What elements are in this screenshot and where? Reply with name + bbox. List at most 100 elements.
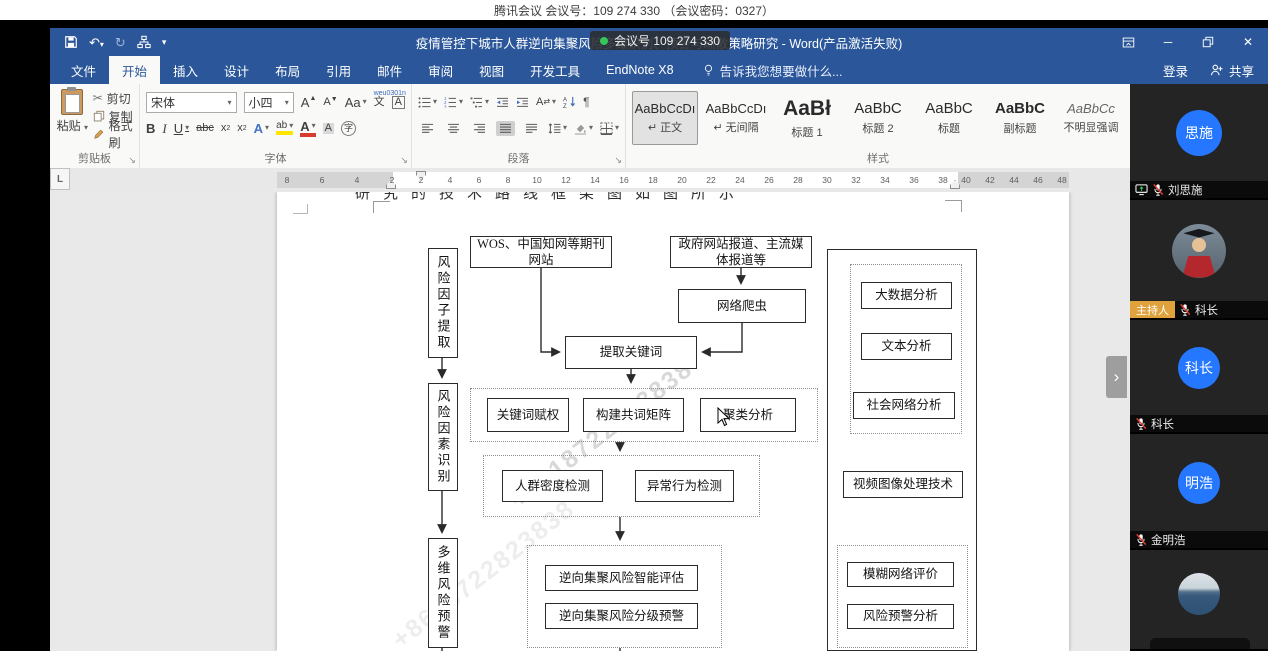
sort-button[interactable]: AZ (563, 96, 576, 108)
meeting-info-bar: 腾讯会议 会议号：109 274 330 （会议密码：0327） (0, 0, 1268, 20)
line-spacing-button[interactable]: ▾ (548, 123, 567, 134)
enclose-characters-icon[interactable]: 字 (341, 121, 356, 136)
share-button[interactable]: 共享 (1210, 61, 1254, 80)
ribbon-tab[interactable]: EndNote X8 (593, 56, 686, 84)
participant-tile[interactable]: 思施刘思施 (1130, 84, 1268, 200)
style-card[interactable]: AaBbC标题 (916, 91, 982, 145)
ribbon-tab[interactable]: 开发工具 (517, 56, 593, 84)
ribbon-tab[interactable]: 视图 (466, 56, 517, 84)
participant-tile[interactable] (1130, 550, 1268, 651)
style-card[interactable]: AaBbC副标题 (987, 91, 1053, 145)
ruler-number: 6 (477, 175, 482, 185)
bold-button[interactable]: B (146, 122, 155, 135)
shading-button[interactable]: ▾ (574, 122, 593, 135)
flow-box: 提取关键词 (565, 336, 697, 369)
participant-tile[interactable]: 主持人科长 (1130, 200, 1268, 320)
style-card[interactable]: AaBbCc不明显强调 (1058, 91, 1124, 145)
participant-name: 科长 (1195, 302, 1218, 318)
highlight-color-button[interactable]: ab▾ (276, 121, 293, 135)
character-border-icon[interactable]: A (392, 96, 405, 109)
show-marks-button[interactable]: ¶ (583, 96, 589, 108)
character-shading-icon[interactable]: A (323, 123, 334, 134)
bullets-button[interactable]: ▾ (418, 97, 437, 108)
ruler-number: 6 (320, 175, 325, 185)
tab-selector[interactable]: L (50, 168, 70, 190)
document-canvas[interactable]: 研究的技术路线框架图如图所示 +8618722823838 +861872282… (50, 192, 1130, 651)
numbering-button[interactable]: 123▾ (444, 97, 463, 108)
brush-icon (93, 128, 105, 140)
screen: 腾讯会议 会议号：109 274 330 （会议密码：0327） ↶▾ ↻ ▾ … (0, 0, 1268, 651)
restore-icon[interactable] (1188, 28, 1228, 56)
signin-button[interactable]: 登录 (1163, 61, 1188, 80)
ribbon-tab[interactable]: 设计 (211, 56, 262, 84)
decrease-indent-button[interactable] (496, 97, 509, 108)
ruler-number: 22 (706, 175, 715, 185)
paste-button[interactable]: 粘贴 ▾ (56, 89, 89, 143)
align-right-button[interactable] (470, 121, 489, 136)
mic-muted-icon (1135, 417, 1147, 430)
ruler-number: 16 (619, 175, 628, 185)
pinyin-guide-icon[interactable]: 文 (374, 97, 385, 108)
ribbon-display-options-icon[interactable] (1108, 28, 1148, 56)
align-left-button[interactable] (418, 121, 437, 136)
minimize-icon[interactable]: ─ (1148, 28, 1188, 56)
superscript-button[interactable]: x2 (237, 123, 246, 134)
shrink-font-button[interactable]: A▼ (323, 97, 337, 108)
mic-muted-icon (1135, 533, 1147, 546)
ribbon-tab[interactable]: 审阅 (415, 56, 466, 84)
font-color-button[interactable]: A▾ (300, 120, 315, 137)
style-card[interactable]: AaBł标题 1 (774, 91, 840, 145)
clipboard-group: 粘贴 ▾ ✂剪切 复制 格式刷 剪贴板 ↘ (50, 84, 140, 168)
distribute-button[interactable] (522, 121, 541, 136)
style-card[interactable]: AaBbCcDı↵ 无间隔 (703, 91, 769, 145)
ribbon-tab[interactable]: 文件 (58, 56, 109, 84)
ribbon-tab[interactable]: 开始 (109, 56, 160, 84)
ribbon: 粘贴 ▾ ✂剪切 复制 格式刷 剪贴板 ↘ 宋体▾ (50, 84, 1130, 169)
text-boundary-mark (373, 201, 390, 213)
ribbon-tab[interactable]: 插入 (160, 56, 211, 84)
format-painter-button[interactable]: 格式刷 (93, 125, 133, 143)
asian-layout-button[interactable]: A⇄▾ (536, 97, 556, 108)
align-center-button[interactable] (444, 121, 463, 136)
participant-tile[interactable]: 明浩金明浩 (1130, 434, 1268, 550)
ruler-number: 48 (1057, 175, 1066, 185)
text-effects-button[interactable]: A▾ (254, 122, 269, 135)
ruler[interactable]: 8642246810121416182022242628303234363840… (277, 172, 1069, 188)
ribbon-tab[interactable]: 邮件 (364, 56, 415, 84)
panel-collapse-button[interactable]: › (1106, 356, 1127, 398)
multilevel-list-button[interactable]: ▾ (470, 97, 489, 108)
font-dialog-launcher[interactable]: ↘ (400, 155, 408, 166)
flow-box: 人群密度检测 (502, 470, 603, 502)
strikethrough-button[interactable]: abc (196, 123, 214, 134)
participant-name-bar: 科长 (1130, 415, 1268, 432)
participant-name-bar: 金明浩 (1130, 531, 1268, 548)
ruler-row: L 86422468101214161820222426283032343638… (50, 168, 1130, 192)
participant-tile[interactable]: 科长科长 (1130, 320, 1268, 434)
clipboard-dialog-launcher[interactable]: ↘ (128, 155, 136, 166)
italic-button[interactable]: I (162, 122, 166, 135)
paragraph-dialog-launcher[interactable]: ↘ (614, 155, 622, 166)
tell-me-box[interactable]: 告诉我您想要做什么... (703, 61, 843, 80)
ruler-number: 24 (735, 175, 744, 185)
grow-font-button[interactable]: A▲ (301, 96, 317, 109)
increase-indent-button[interactable] (516, 97, 529, 108)
cut-button[interactable]: ✂剪切 (93, 89, 133, 107)
flow-box: 模糊网络评价 (847, 562, 954, 587)
word-window: ↶▾ ↻ ▾ 疫情管控下城市人群逆向集聚风险多维识别、预警与疏散策略研究 - W… (50, 28, 1268, 651)
style-card[interactable]: AaBbC标题 2 (845, 91, 911, 145)
borders-button[interactable]: ▾ (600, 122, 619, 135)
change-case-button[interactable]: Aa▾ (345, 96, 367, 109)
flow-box: 逆向集聚风险分级预警 (545, 603, 698, 629)
style-card[interactable]: AaBbCcDı↵ 正文 (632, 91, 698, 145)
ribbon-tab[interactable]: 布局 (262, 56, 313, 84)
underline-button[interactable]: U▾ (174, 122, 189, 135)
flow-box: WOS、中国知网等期刊网站 (470, 236, 612, 268)
meeting-id-text: 会议号 109 274 330 (614, 32, 720, 49)
ribbon-tab[interactable]: 引用 (313, 56, 364, 84)
document-page[interactable]: 研究的技术路线框架图如图所示 +8618722823838 +861872282… (277, 192, 1069, 651)
font-size-combo[interactable]: 小四▾ (244, 92, 294, 113)
justify-button[interactable] (496, 121, 515, 136)
subscript-button[interactable]: x2 (221, 123, 230, 134)
font-name-combo[interactable]: 宋体▾ (146, 92, 237, 113)
close-icon[interactable]: ✕ (1228, 28, 1268, 56)
